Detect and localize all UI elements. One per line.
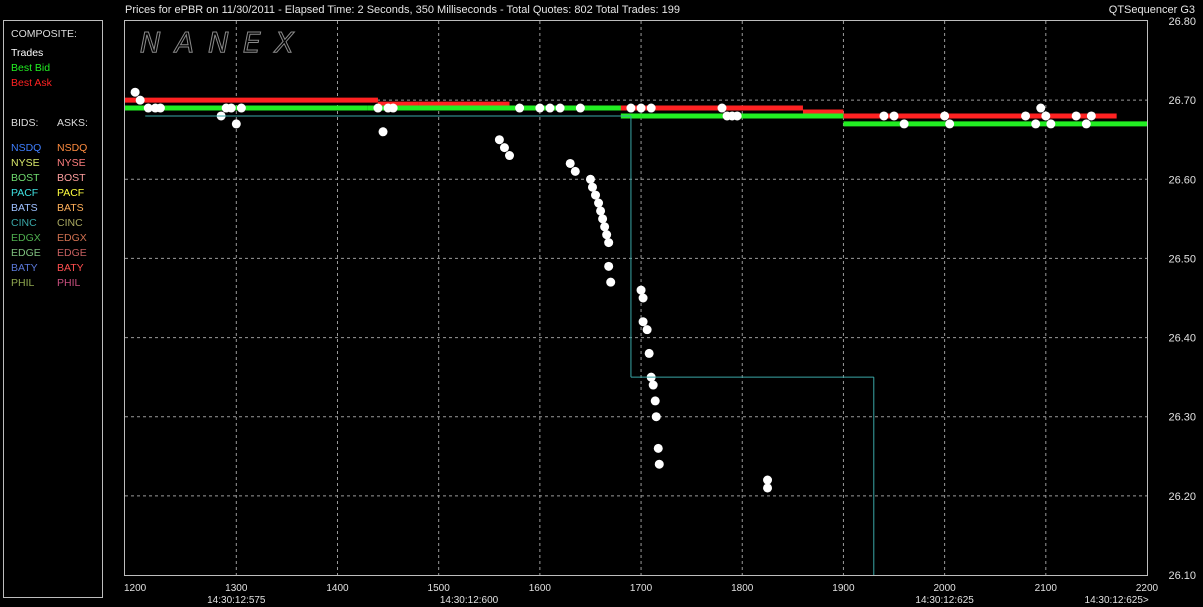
trade-point xyxy=(587,182,597,192)
y-tick-label: 26.10 xyxy=(1168,570,1196,582)
trade-point xyxy=(889,111,899,121)
trade-point xyxy=(604,238,614,248)
trade-point xyxy=(642,325,652,335)
x-tick-label: 1200 xyxy=(124,583,147,594)
trade-point xyxy=(155,103,165,113)
trade-point xyxy=(940,111,950,121)
trade-point xyxy=(598,214,608,224)
price-chart: 26.10 26.20 26.30 26.40 26.50 26.60 26.70 26.80… xyxy=(124,16,1196,606)
x-tick-label: 2100 xyxy=(1035,583,1058,594)
trade-point xyxy=(626,103,636,113)
y-tick-label: 26.70 xyxy=(1168,95,1196,107)
trade-point xyxy=(575,103,585,113)
trade-point xyxy=(373,103,383,113)
trade-point xyxy=(555,103,565,113)
time-label: 14:30:12:625> xyxy=(1085,595,1149,606)
trade-point xyxy=(638,293,648,303)
trade-point xyxy=(1071,111,1081,121)
trade-point xyxy=(565,158,575,168)
x-tick-label: 2000 xyxy=(933,583,956,594)
time-label: 14:30:12:575 xyxy=(207,595,266,606)
trade-point xyxy=(505,151,515,161)
trade-point xyxy=(1021,111,1031,121)
trade-point xyxy=(600,222,610,232)
trade-point xyxy=(644,348,654,358)
x-tick-label: 1900 xyxy=(832,583,855,594)
trade-point xyxy=(602,230,612,240)
trade-point xyxy=(515,103,525,113)
trade-point xyxy=(638,317,648,327)
time-label: 14:30:12:625 xyxy=(915,595,974,606)
trade-point xyxy=(1086,111,1096,121)
trade-point xyxy=(648,380,658,390)
x-tick-label: 2200 xyxy=(1136,583,1159,594)
trade-point xyxy=(604,261,614,271)
trade-point xyxy=(236,103,246,113)
trade-point xyxy=(636,103,646,113)
trade-point xyxy=(596,206,606,216)
trade-point xyxy=(378,127,388,137)
trade-point xyxy=(545,103,555,113)
trade-point xyxy=(1046,119,1056,129)
trade-point xyxy=(653,443,663,453)
trade-point xyxy=(135,95,145,105)
trade-point xyxy=(732,111,742,121)
trade-point xyxy=(650,396,660,406)
trade-point xyxy=(763,483,773,493)
trade-point xyxy=(499,143,509,153)
trade-point xyxy=(654,459,664,469)
trade-point xyxy=(226,103,236,113)
trade-point xyxy=(636,285,646,295)
trade-point xyxy=(945,119,955,129)
trade-point xyxy=(606,277,616,287)
trade-point xyxy=(535,103,545,113)
trade-point xyxy=(1081,119,1091,129)
trade-point xyxy=(651,412,661,422)
trade-point xyxy=(570,166,580,176)
y-tick-label: 26.20 xyxy=(1168,491,1196,503)
time-label: 14:30:12:600 xyxy=(440,595,499,606)
trade-point xyxy=(231,119,241,129)
y-tick-label: 26.60 xyxy=(1168,174,1196,186)
trade-point xyxy=(646,103,656,113)
trade-point xyxy=(585,174,595,184)
trade-point xyxy=(879,111,889,121)
trade-point xyxy=(1036,103,1046,113)
y-tick-label: 26.30 xyxy=(1168,412,1196,424)
x-tick-label: 1600 xyxy=(529,583,552,594)
x-tick-label: 1300 xyxy=(225,583,248,594)
trade-point xyxy=(130,87,140,97)
trade-point xyxy=(717,103,727,113)
trade-point xyxy=(591,190,601,200)
y-tick-label: 26.40 xyxy=(1168,333,1196,345)
x-tick-label: 1700 xyxy=(630,583,653,594)
trade-point xyxy=(388,103,398,113)
x-tick-label: 1500 xyxy=(428,583,451,594)
y-tick-label: 26.50 xyxy=(1168,253,1196,265)
trade-point xyxy=(494,135,504,145)
trade-point xyxy=(763,475,773,485)
trade-point xyxy=(1041,111,1051,121)
x-tick-label: 1800 xyxy=(731,583,754,594)
trade-point xyxy=(594,198,604,208)
x-tick-label: 1400 xyxy=(326,583,349,594)
trade-point xyxy=(1031,119,1041,129)
y-tick-label: 26.80 xyxy=(1168,16,1196,28)
trade-point xyxy=(899,119,909,129)
